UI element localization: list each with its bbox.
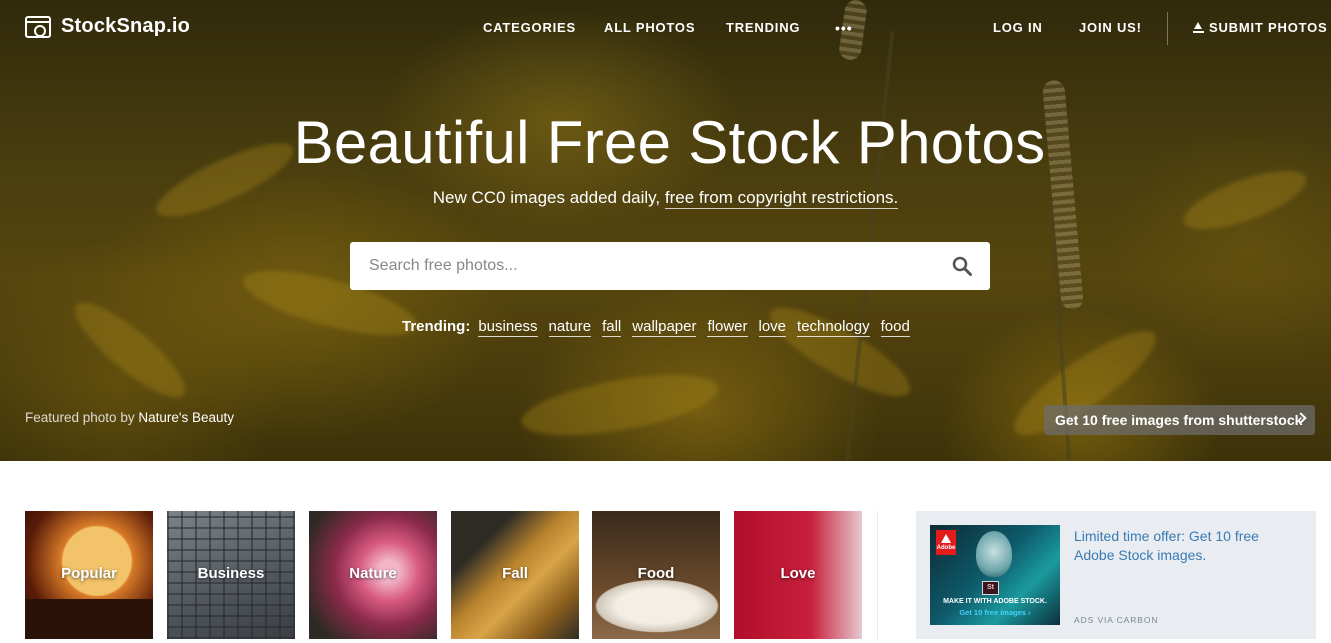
- category-label: Love: [780, 565, 816, 582]
- submit-photos-label: SUBMIT PHOTOS: [1209, 20, 1328, 35]
- category-label: Food: [637, 565, 675, 582]
- search-input[interactable]: [350, 242, 930, 290]
- nav-divider: [1167, 12, 1168, 45]
- featured-prefix: Featured photo by: [25, 410, 135, 425]
- trending-tag[interactable]: fall: [602, 318, 622, 337]
- logo[interactable]: StockSnap.io: [25, 15, 190, 38]
- ads-via-carbon[interactable]: ADS VIA CARBON: [1074, 615, 1158, 625]
- trending-tag[interactable]: technology: [797, 318, 870, 337]
- trending-tags: Trending: business nature fall wallpaper flow…: [402, 318, 921, 337]
- nav-join[interactable]: JOIN US!: [1079, 20, 1142, 35]
- ad-portrait: [976, 531, 1012, 577]
- carbon-ad: Adobe St MAKE IT WITH ADOBE STOCK. Get 1…: [916, 511, 1316, 639]
- trending-tag[interactable]: food: [880, 318, 910, 337]
- top-nav: StockSnap.io CATEGORIES ALL PHOTOS TREND…: [0, 0, 1331, 56]
- nav-all-photos[interactable]: ALL PHOTOS: [604, 20, 695, 35]
- hero-overlay: [0, 0, 1331, 461]
- category-tile-love[interactable]: Love: [734, 511, 862, 639]
- featured-author-link[interactable]: Nature's Beauty: [138, 410, 234, 425]
- category-tile-food[interactable]: Food: [592, 511, 720, 639]
- adobe-logo: Adobe: [936, 530, 956, 555]
- copyright-link[interactable]: free from copyright restrictions.: [664, 188, 899, 209]
- divider: [877, 511, 878, 639]
- search-icon[interactable]: [952, 256, 972, 276]
- subtitle-text: New CC0 images added daily,: [432, 188, 661, 207]
- ad-image[interactable]: Adobe St MAKE IT WITH ADOBE STOCK. Get 1…: [930, 525, 1060, 625]
- page-title: Beautiful Free Stock Photos: [293, 109, 1046, 176]
- more-menu-icon[interactable]: •••: [835, 20, 853, 36]
- hero-subtitle: New CC0 images added daily, free from co…: [0, 188, 1331, 209]
- logo-text: StockSnap.io: [61, 15, 191, 37]
- featured-credit: Featured photo by Nature's Beauty: [25, 410, 234, 425]
- shutterstock-promo-button[interactable]: Get 10 free images from shutterstock: [1044, 405, 1315, 435]
- category-tile-business[interactable]: Business: [167, 511, 295, 639]
- upload-icon: [1193, 22, 1204, 33]
- camera-icon: [25, 15, 51, 38]
- category-label: Fall: [502, 565, 528, 582]
- search-bar: [350, 242, 990, 290]
- ad-cta: Get 10 free images ›: [959, 608, 1031, 617]
- trending-label: Trending:: [402, 318, 471, 335]
- trending-tag[interactable]: flower: [707, 318, 748, 337]
- ad-tagline: MAKE IT WITH ADOBE STOCK.: [943, 598, 1047, 605]
- submit-photos-button[interactable]: SUBMIT PHOTOS: [1193, 20, 1328, 35]
- hero-banner: [0, 0, 1331, 461]
- trending-tag[interactable]: business: [478, 318, 538, 337]
- category-label: Business: [197, 565, 265, 582]
- category-label: Popular: [61, 565, 117, 582]
- category-tile-popular[interactable]: Popular: [25, 511, 153, 639]
- category-tile-fall[interactable]: Fall: [451, 511, 579, 639]
- promo-label: Get 10 free images from shutterstock: [1055, 412, 1303, 428]
- category-label: Nature: [349, 565, 397, 582]
- adobe-stock-badge: St: [982, 581, 999, 595]
- trending-tag[interactable]: wallpaper: [632, 318, 697, 337]
- nav-categories[interactable]: CATEGORIES: [483, 20, 576, 35]
- nav-log-in[interactable]: LOG IN: [993, 20, 1043, 35]
- category-tile-nature[interactable]: Nature: [309, 511, 437, 639]
- nav-trending[interactable]: TRENDING: [726, 20, 800, 35]
- ad-link[interactable]: Limited time offer: Get 10 free Adobe St…: [1074, 527, 1294, 565]
- trending-tag[interactable]: love: [758, 318, 787, 337]
- trending-tag[interactable]: nature: [548, 318, 592, 337]
